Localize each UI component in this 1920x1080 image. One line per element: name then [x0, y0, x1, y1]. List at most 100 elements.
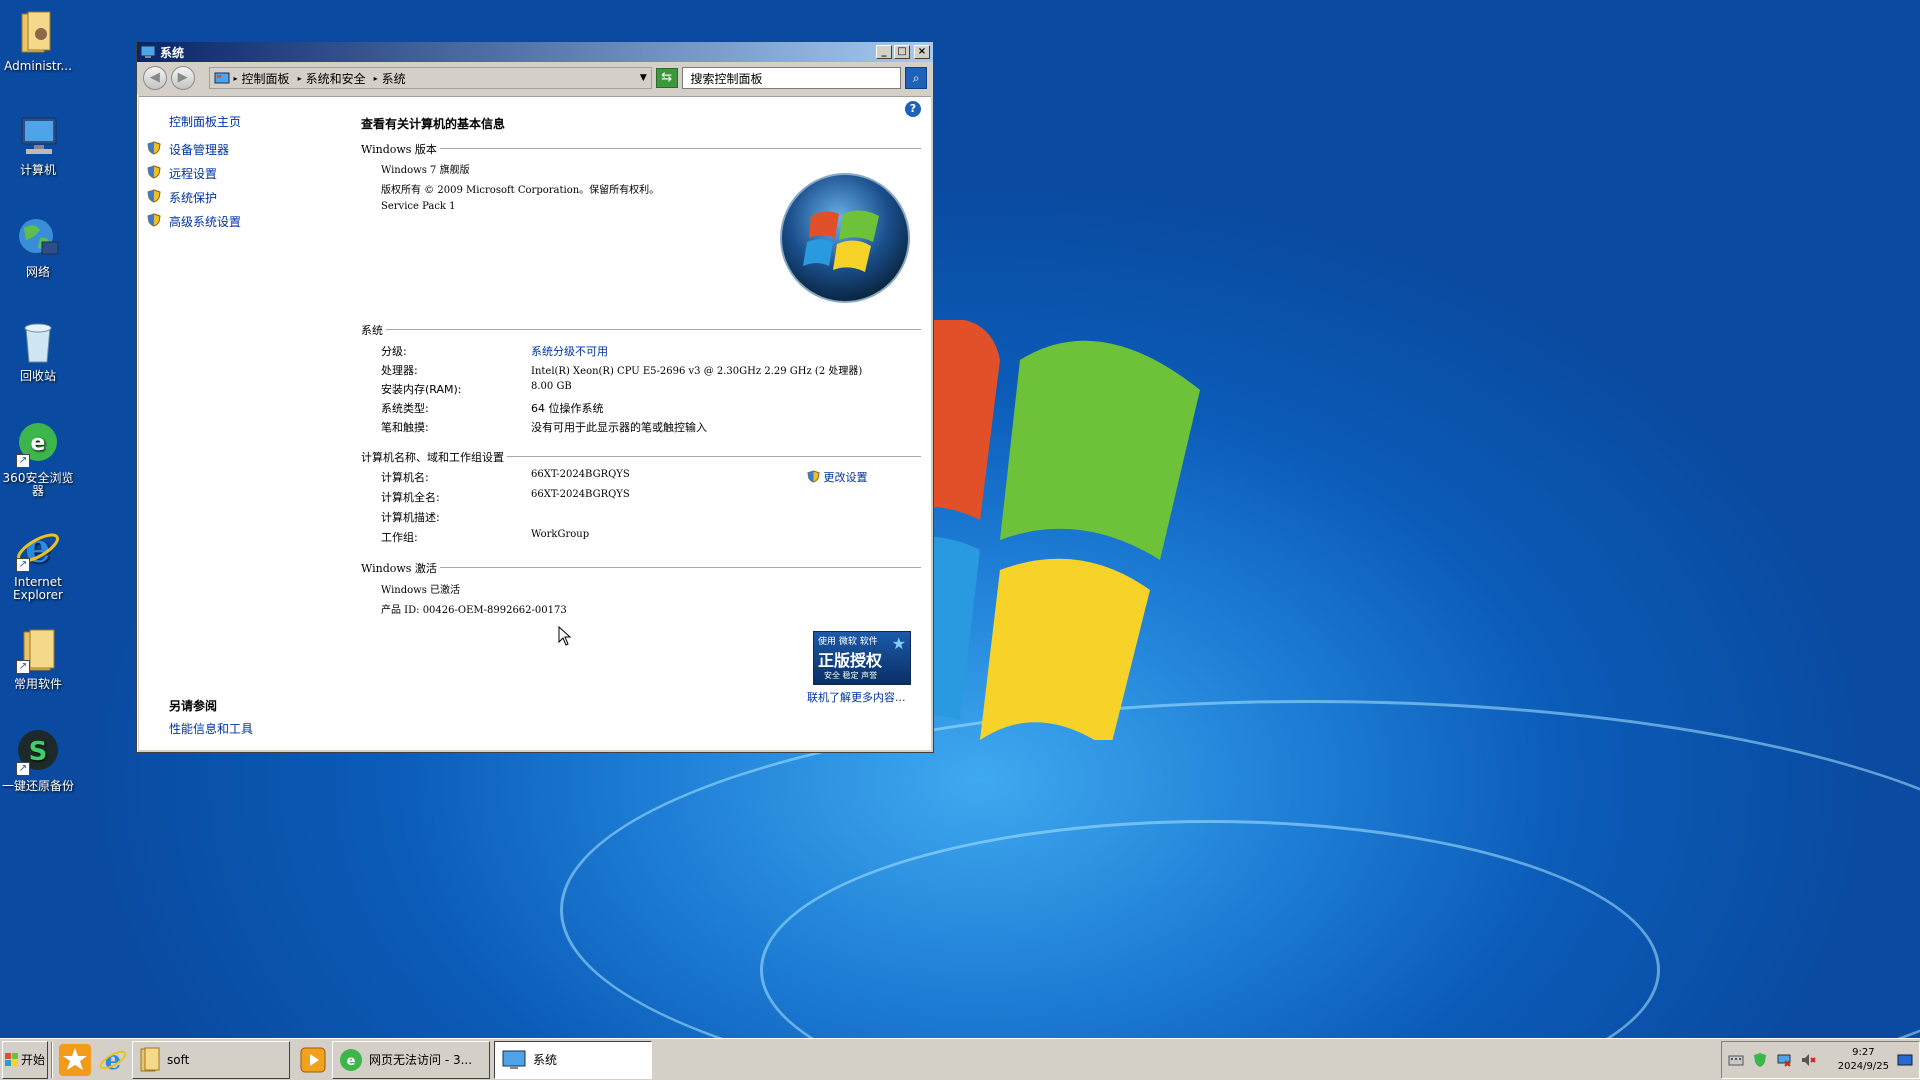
- change-settings-label: 更改设置: [823, 471, 868, 484]
- desktop-icon-label: Internet Explorer: [13, 575, 63, 602]
- breadcrumb-system[interactable]: 系统: [382, 70, 406, 87]
- close-button[interactable]: ×: [914, 45, 930, 59]
- shield-icon: [807, 470, 820, 483]
- forward-button[interactable]: ▶: [170, 66, 195, 90]
- search-icon[interactable]: ⌕: [905, 67, 927, 89]
- system-row-processor: 处理器: Intel(R) Xeon(R) CPU E5-2696 v3 @ 2…: [381, 362, 921, 378]
- computer-row-description: 计算机描述:: [381, 509, 921, 525]
- row-key: 计算机全名:: [381, 491, 440, 504]
- change-settings-link[interactable]: 更改设置: [807, 469, 868, 485]
- remote-settings-link[interactable]: 远程设置: [147, 165, 218, 182]
- shield-icon: [147, 165, 161, 179]
- remote-settings-label: 远程设置: [169, 167, 218, 181]
- section-computer-name: 计算机名称、域和工作组设置: [361, 449, 921, 465]
- desktop-icon-internet-explorer[interactable]: e ↗ Internet Explorer: [2, 524, 74, 602]
- back-button[interactable]: ◀: [143, 66, 167, 90]
- address-dropdown-icon[interactable]: ▼: [640, 73, 647, 83]
- row-value: Intel(R) Xeon(R) CPU E5-2696 v3 @ 2.30GH…: [531, 366, 863, 377]
- windows-logo: [780, 173, 910, 303]
- star-icon: ★: [891, 634, 906, 653]
- quicklaunch-favorites[interactable]: [56, 1041, 94, 1079]
- system-row-ram: 安装内存(RAM): 8.00 GB: [381, 381, 921, 397]
- row-value: 没有可用于此显示器的笔或触控输入: [531, 421, 707, 434]
- advanced-system-settings-link[interactable]: 高级系统设置: [147, 213, 241, 230]
- breadcrumb-separator-icon[interactable]: ▸: [298, 74, 302, 83]
- keyboard-icon[interactable]: [1728, 1052, 1744, 1068]
- section-divider: [361, 567, 921, 568]
- search-input[interactable]: 搜索控制面板: [681, 67, 902, 89]
- clock-date: 2024/9/25: [1837, 1060, 1889, 1072]
- system-row-rating: 分级: 系统分级不可用: [381, 343, 921, 359]
- section-windows-edition: Windows 版本: [361, 141, 921, 157]
- desktop-icon-one-key-restore[interactable]: S ↗ 一键还原备份: [2, 728, 74, 793]
- network-globe-icon: [19, 219, 59, 255]
- network-icon[interactable]: [1776, 1052, 1792, 1068]
- taskbar-separator: [51, 1041, 53, 1078]
- taskbar-task-soft[interactable]: soft: [132, 1040, 290, 1079]
- folder-icon: [21, 11, 51, 53]
- row-value: 8.00 GB: [531, 381, 572, 392]
- badge-main-text: 正版授权: [818, 651, 883, 670]
- shortcut-arrow-icon: ↗: [16, 762, 30, 776]
- row-value: 66XT-2024BGRQYS: [531, 469, 630, 480]
- maximize-button[interactable]: □: [894, 45, 910, 59]
- quicklaunch-media-player[interactable]: [294, 1041, 332, 1079]
- breadcrumb-separator-icon[interactable]: ▸: [374, 74, 378, 83]
- performance-info-link[interactable]: 性能信息和工具: [169, 722, 253, 736]
- desktop-icon-recycle-bin[interactable]: 回收站: [2, 318, 74, 383]
- breadcrumb-control-panel[interactable]: 控制面板: [242, 70, 290, 87]
- breadcrumb-separator-icon: ▸: [233, 73, 238, 83]
- genuine-software-badge[interactable]: 使用 微软 软件 ★ 正版授权 安全 稳定 声誉: [813, 631, 911, 685]
- desktop-icon-label: 360安全浏览器: [2, 471, 74, 498]
- section-divider: [361, 329, 921, 330]
- show-desktop-icon[interactable]: [1897, 1052, 1913, 1068]
- security-shield-icon[interactable]: [1752, 1052, 1768, 1068]
- svg-text:S: S: [29, 737, 48, 767]
- page-title: 查看有关计算机的基本信息: [361, 117, 506, 131]
- control-panel-home-link[interactable]: 控制面板主页: [169, 113, 241, 130]
- rating-unavailable-link[interactable]: 系统分级不可用: [531, 343, 608, 359]
- row-key: 处理器:: [381, 364, 418, 377]
- taskbar-task-browser[interactable]: e 网页无法访问 - 3...: [332, 1040, 490, 1079]
- section-system: 系统: [361, 322, 921, 338]
- desktop-icon-label: 计算机: [19, 163, 56, 177]
- folder-icon: [140, 1047, 160, 1071]
- help-icon[interactable]: ?: [905, 101, 921, 117]
- minimize-button[interactable]: _: [876, 45, 892, 59]
- breadcrumb-system-security[interactable]: 系统和安全: [306, 70, 366, 87]
- row-key: 计算机名:: [381, 471, 429, 484]
- search-placeholder: 搜索控制面板: [690, 71, 763, 86]
- clock[interactable]: 9:27 2024/9/25: [1838, 1046, 1889, 1074]
- row-key: 安装内存(RAM):: [381, 383, 462, 396]
- navigation-bar: ◀ ▶ ▸ 控制面板 ▸ 系统和安全 ▸ 系统 ▼ ⇆ 搜索控制面板 ⌕: [137, 62, 933, 94]
- desktop-icon-network[interactable]: 网络: [2, 214, 74, 279]
- svg-text:e: e: [31, 431, 46, 456]
- see-also-title: 另请参阅: [169, 699, 218, 713]
- address-bar[interactable]: ▸ 控制面板 ▸ 系统和安全 ▸ 系统 ▼: [208, 67, 652, 89]
- learn-more-online-link[interactable]: 联机了解更多内容...: [807, 689, 906, 705]
- system-window: 系统 _ □ × ◀ ▶ ▸ 控制面板 ▸ 系统和安全 ▸ 系统 ▼ ⇆ 搜索控…: [136, 41, 934, 753]
- taskbar-task-system[interactable]: 系统: [494, 1040, 652, 1079]
- refresh-button[interactable]: ⇆: [655, 68, 678, 88]
- section-activation: Windows 激活: [361, 560, 921, 576]
- wallpaper-windows-logo: [900, 320, 1200, 740]
- section-title: Windows 激活: [361, 560, 440, 576]
- start-button[interactable]: 开始: [2, 1040, 48, 1079]
- desktop-icon-360-browser[interactable]: e ↗ 360安全浏览器: [2, 420, 74, 498]
- system-protection-link[interactable]: 系统保护: [147, 189, 217, 206]
- mouse-cursor-icon: [558, 626, 572, 646]
- shortcut-arrow-icon: ↗: [16, 558, 30, 572]
- desktop-icon-common-software[interactable]: ↗ 常用软件: [2, 626, 74, 691]
- system-window-icon: [502, 1050, 526, 1069]
- start-label: 开始: [21, 1053, 46, 1067]
- system-row-type: 系统类型: 64 位操作系统: [381, 400, 921, 416]
- title-bar[interactable]: 系统 _ □ ×: [137, 42, 933, 62]
- quicklaunch-ie[interactable]: e: [94, 1041, 132, 1079]
- desktop-icon-computer[interactable]: 计算机: [2, 112, 74, 177]
- row-key: 计算机描述:: [381, 511, 440, 524]
- recycle-bin-icon: [24, 323, 52, 363]
- internet-explorer-icon: e: [99, 1046, 127, 1075]
- volume-muted-icon[interactable]: [1800, 1052, 1816, 1068]
- device-manager-link[interactable]: 设备管理器: [147, 141, 229, 158]
- desktop-icon-user-folder[interactable]: Administr...: [2, 8, 74, 73]
